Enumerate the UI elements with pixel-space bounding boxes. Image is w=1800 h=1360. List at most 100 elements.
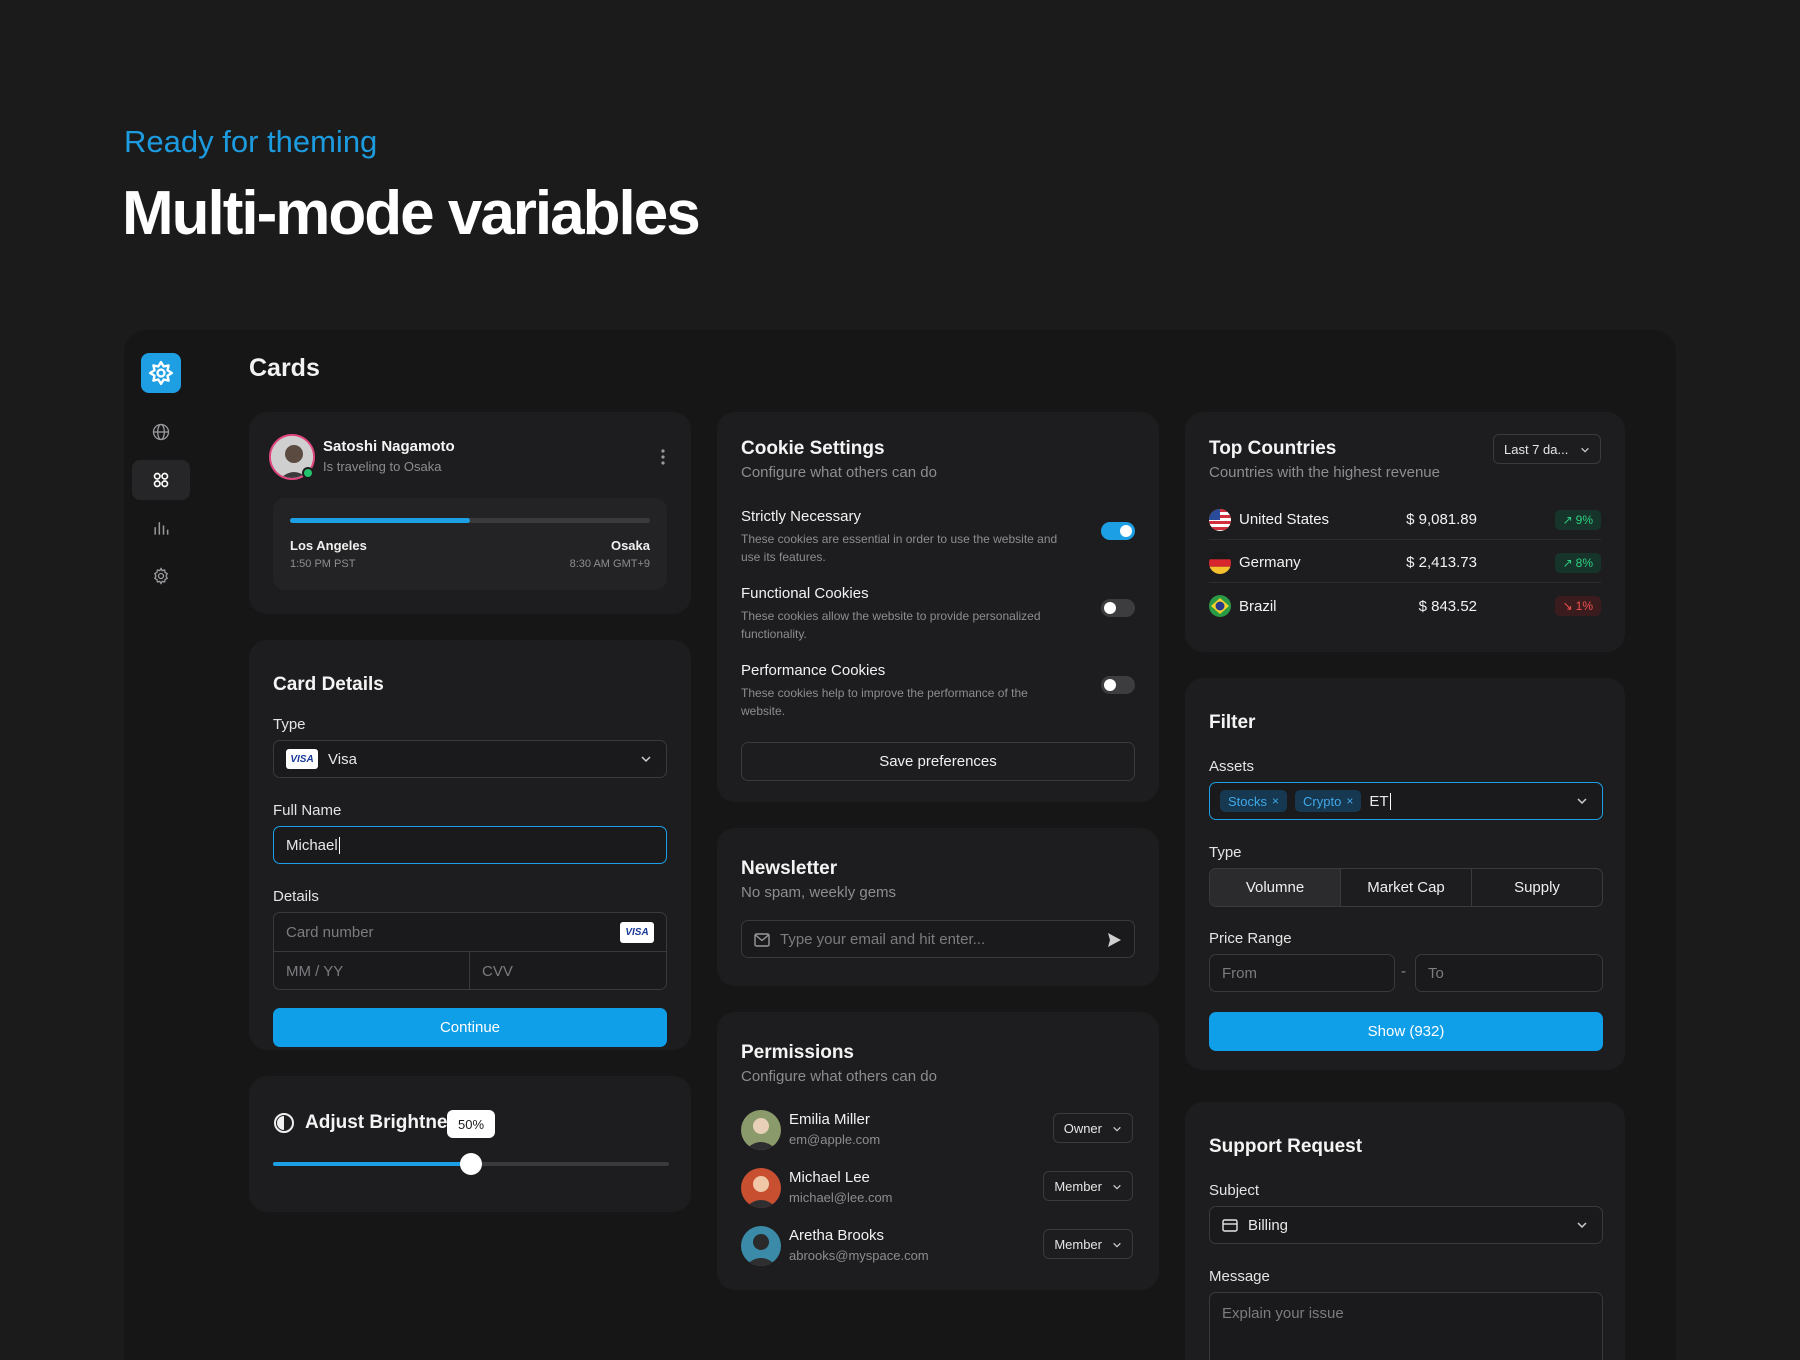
app-window: Cards Satoshi Nagamoto Is traveling to O…	[124, 330, 1676, 1360]
more-menu-button[interactable]	[661, 448, 665, 466]
cookie-item-title: Strictly Necessary	[741, 508, 862, 525]
flag-icon	[1209, 551, 1231, 574]
close-icon[interactable]: ×	[1346, 794, 1353, 808]
expiry-input[interactable]: MM / YY	[274, 952, 470, 990]
role-select[interactable]: Member	[1043, 1229, 1133, 1259]
visa-badge: VISA	[286, 749, 318, 769]
permission-row: Emilia Miller em@apple.com Owner	[741, 1108, 1133, 1152]
card-number-input[interactable]: Card number VISA	[274, 913, 666, 952]
details-label: Details	[273, 888, 319, 905]
cvv-input[interactable]: CVV	[470, 952, 666, 990]
filter-card: Filter Assets Stocks × Crypto × ET Type Vol…	[1185, 678, 1625, 1070]
logo[interactable]	[141, 353, 181, 393]
card-details-title: Card Details	[273, 674, 384, 695]
trip-progress-track	[290, 518, 650, 523]
permissions-card: Permissions Configure what others can do…	[717, 1012, 1159, 1290]
top-countries-card: Top Countries Countries with the highest…	[1185, 412, 1625, 652]
save-preferences-button[interactable]: Save preferences	[741, 742, 1135, 781]
send-icon[interactable]	[1106, 932, 1122, 948]
close-icon[interactable]: ×	[1272, 794, 1279, 808]
assets-multiselect[interactable]: Stocks × Crypto × ET	[1209, 782, 1603, 820]
cookie-toggle[interactable]	[1101, 599, 1135, 617]
user-email: abrooks@myspace.com	[789, 1248, 929, 1263]
role-value: Member	[1054, 1178, 1102, 1194]
country-row: United States $ 9,081.89 ↗ 9%	[1209, 500, 1601, 540]
sidebar-item-globe[interactable]	[132, 412, 190, 452]
user-email: em@apple.com	[789, 1132, 881, 1147]
user-name: Emilia Miller	[789, 1111, 870, 1128]
status-online-dot	[302, 467, 314, 479]
chevron-down-icon	[1113, 1242, 1121, 1248]
toggle-knob	[1104, 679, 1116, 691]
chevron-down-icon	[1113, 1126, 1121, 1132]
newsletter-card: Newsletter No spam, weekly gems Type you…	[717, 828, 1159, 986]
date-range-select[interactable]: Last 7 da...	[1493, 434, 1601, 464]
permissions-title: Permissions	[741, 1042, 854, 1063]
full-name-input[interactable]: Michael	[273, 826, 667, 864]
subject-select[interactable]: Billing	[1209, 1206, 1603, 1244]
cvv-placeholder: CVV	[482, 962, 513, 980]
newsletter-placeholder: Type your email and hit enter...	[780, 930, 986, 948]
subject-label: Subject	[1209, 1182, 1260, 1199]
cookie-item-title: Functional Cookies	[741, 585, 869, 602]
mail-icon	[754, 933, 770, 947]
full-name-value: Michael	[286, 836, 338, 854]
newsletter-email-input[interactable]: Type your email and hit enter...	[741, 920, 1135, 958]
cookie-item-desc: These cookies are essential in order to …	[741, 532, 1058, 564]
type-option[interactable]: Supply	[1472, 869, 1602, 906]
card-number-placeholder: Card number	[286, 923, 374, 941]
brightness-slider[interactable]: 50%	[273, 1110, 669, 1175]
trend-badge: ↗ 8%	[1554, 552, 1601, 573]
type-option[interactable]: Volumne	[1210, 869, 1341, 906]
card-details-card: Card Details Type VISA Visa Full Name Mi…	[249, 640, 691, 1050]
price-to-input[interactable]: To	[1415, 954, 1603, 992]
card-type-select[interactable]: VISA Visa	[273, 740, 667, 778]
range-separator: -	[1401, 963, 1406, 980]
type-option[interactable]: Market Cap	[1341, 869, 1472, 906]
brightness-icon	[274, 1113, 294, 1133]
trip-from-city: Los Angeles	[290, 538, 367, 553]
trip-card: Satoshi Nagamoto Is traveling to Osaka L…	[249, 412, 691, 614]
newsletter-subtitle: No spam, weekly gems	[741, 884, 897, 901]
sidebar-item-cards[interactable]	[132, 460, 190, 500]
brightness-title-text: Adjust Brightness	[305, 1112, 449, 1133]
trend-badge: ↗ 9%	[1554, 509, 1601, 530]
show-results-button[interactable]: Show (932)	[1209, 1012, 1603, 1051]
asset-chip[interactable]: Stocks ×	[1220, 790, 1288, 812]
brightness-slider-fill	[273, 1162, 471, 1166]
cookie-settings-card: Cookie Settings Configure what others ca…	[717, 412, 1159, 802]
credit-card-icon	[1222, 1219, 1238, 1232]
role-value: Member	[1054, 1236, 1102, 1252]
brightness-card: Adjust Brightness 50%	[249, 1076, 691, 1212]
cookie-item-title: Performance Cookies	[741, 662, 886, 679]
arrow-down-right-icon: ↘	[1562, 599, 1573, 613]
assets-label: Assets	[1209, 758, 1255, 775]
sidebar-item-settings[interactable]	[132, 556, 190, 596]
sidebar-item-charts[interactable]	[132, 508, 190, 548]
sidebar	[124, 330, 198, 1360]
permission-row: Michael Lee michael@lee.com Member	[741, 1166, 1133, 1210]
trend-badge: ↘ 1%	[1554, 596, 1601, 616]
chevron-down-icon	[1581, 447, 1589, 453]
cookie-item: Performance Cookies These cookies help to…	[741, 662, 1135, 722]
assets-query: ET	[1369, 792, 1389, 810]
price-from-input[interactable]: From	[1209, 954, 1395, 992]
role-select[interactable]: Owner	[1052, 1113, 1133, 1143]
brightness-slider-handle[interactable]	[460, 1153, 482, 1175]
filter-type-label: Type	[1209, 844, 1242, 861]
cookie-toggle[interactable]	[1101, 522, 1135, 540]
more-vertical-icon	[661, 449, 665, 465]
price-range-label: Price Range	[1209, 930, 1292, 947]
message-textarea[interactable]: Explain your issue	[1209, 1292, 1603, 1360]
avatar	[741, 1168, 781, 1208]
permissions-subtitle: Configure what others can do	[741, 1068, 937, 1085]
continue-button[interactable]: Continue	[273, 1008, 667, 1047]
trip-progress-fill	[290, 518, 470, 523]
support-title: Support Request	[1209, 1136, 1363, 1157]
asset-chip[interactable]: Crypto ×	[1295, 790, 1362, 812]
top-countries-title: Top Countries	[1209, 438, 1337, 459]
cookie-toggle[interactable]	[1101, 676, 1135, 694]
role-select[interactable]: Member	[1043, 1171, 1133, 1201]
traveler-status: Is traveling to Osaka	[323, 459, 442, 474]
chevron-down-icon	[641, 756, 651, 763]
